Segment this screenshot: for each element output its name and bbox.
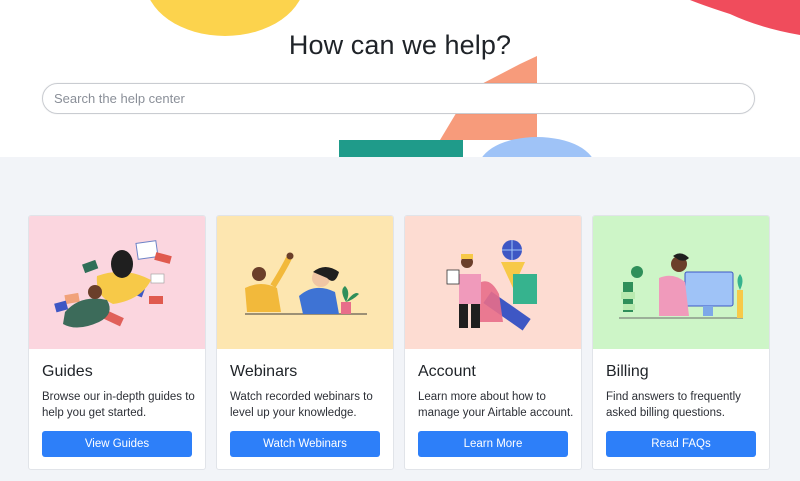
card-title: Account xyxy=(418,363,476,380)
billing-illustration xyxy=(593,216,769,349)
card-illustration-bg xyxy=(217,216,393,349)
page-title: How can we help? xyxy=(288,30,512,60)
card-description: Find answers to frequently asked billing… xyxy=(606,391,741,419)
hero-decoration xyxy=(150,0,800,157)
card-guides: Guides Browse our in-depth guides to hel… xyxy=(28,215,206,470)
search-input[interactable] xyxy=(42,83,755,114)
learn-more-button[interactable]: Learn More xyxy=(418,431,568,457)
card-title: Webinars xyxy=(230,363,298,380)
card-title: Billing xyxy=(606,363,649,380)
card-account: Account Learn more about how to manage y… xyxy=(404,215,582,470)
webinars-illustration xyxy=(217,216,393,349)
card-description: Learn more about how to manage your Airt… xyxy=(418,391,574,419)
watch-webinars-button[interactable]: Watch Webinars xyxy=(230,431,380,457)
guides-illustration xyxy=(29,216,205,349)
card-illustration-bg xyxy=(405,216,581,349)
teal-rect-shape xyxy=(339,140,463,157)
read-faqs-button[interactable]: Read FAQs xyxy=(606,431,756,457)
card-webinars: Webinars Watch recorded webinars to leve… xyxy=(216,215,394,470)
account-illustration xyxy=(405,216,581,349)
card-billing: Billing Find answers to frequently asked… xyxy=(592,215,770,470)
card-description: Browse our in-depth guides to help you g… xyxy=(42,391,195,419)
card-description: Watch recorded webinars to level up your… xyxy=(230,391,373,419)
hero-section: How can we help? xyxy=(0,0,800,157)
view-guides-button[interactable]: View Guides xyxy=(42,431,192,457)
card-title: Guides xyxy=(42,363,93,380)
